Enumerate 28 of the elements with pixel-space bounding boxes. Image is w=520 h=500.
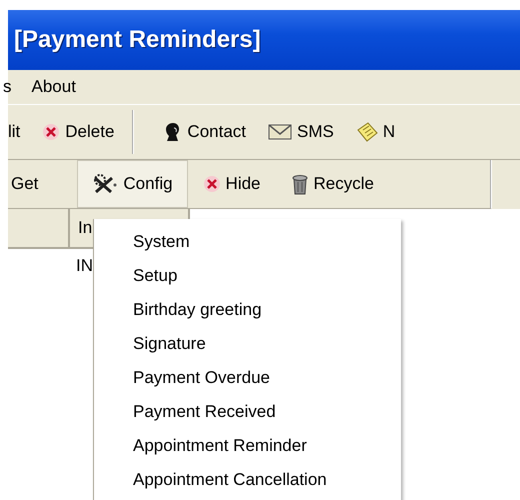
wrench-icon [92, 174, 118, 194]
toolbar-button[interactable]: SMS [260, 114, 342, 150]
window-title: [Payment Reminders] [14, 26, 261, 54]
menu-item[interactable]: Appointment Cancellation [94, 463, 401, 497]
menu-item[interactable]: s [3, 77, 12, 97]
menu-item[interactable]: Appointment Reminder [94, 429, 401, 463]
toolbar-button[interactable]: Config [77, 160, 188, 208]
menu-item[interactable]: Payment Overdue [94, 361, 401, 395]
table-cell: IN [76, 256, 93, 276]
toolbar-button[interactable]: Hide [188, 160, 276, 208]
menu-item[interactable]: About [32, 77, 76, 97]
delete-icon [202, 175, 221, 193]
envelope-icon [268, 124, 292, 140]
toolbar-button[interactable]: Recycle [276, 160, 389, 208]
menu-item[interactable]: System [94, 225, 401, 259]
menu-item[interactable]: Setup [94, 259, 401, 293]
toolbar-button[interactable]: Delete [34, 114, 122, 150]
menu-item[interactable]: Signature [94, 327, 401, 361]
menu-item[interactable]: Payment Received [94, 395, 401, 429]
note-icon [356, 122, 378, 142]
toolbar-button[interactable]: N [348, 114, 404, 150]
toolbar-button[interactable]: Get [0, 160, 54, 208]
delete-icon [42, 123, 60, 141]
toolbar-button[interactable]: Contact [156, 114, 254, 150]
toolbar-button[interactable]: lit [0, 114, 28, 150]
column-header[interactable] [8, 209, 70, 249]
menu-item[interactable]: Birthday greeting [94, 293, 401, 327]
bin-icon [290, 173, 309, 195]
